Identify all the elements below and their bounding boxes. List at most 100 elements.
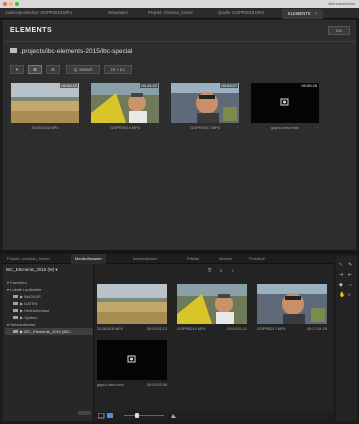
tab-source[interactable]: Quelle: GOPR0018.MP4 <box>218 10 264 19</box>
folder-icon <box>13 315 18 319</box>
folder-icon <box>13 308 18 312</box>
info-icon[interactable]: i <box>77 125 78 130</box>
list-view-button[interactable]: ☰ <box>28 65 42 74</box>
tree-item-system[interactable]: ▶ System <box>5 314 93 321</box>
tab-elements[interactable]: ELEMENTS × <box>282 9 324 19</box>
window-titlebar: /Benutzer/chris <box>0 0 359 8</box>
tree-item-backup[interactable]: ▶ BACKUP <box>5 293 93 300</box>
tree-item-label: ▶ System <box>20 315 38 320</box>
tab-effects[interactable]: Effekte <box>187 254 199 264</box>
horizontal-scrollbar[interactable] <box>78 411 91 415</box>
tab-metadata[interactable]: Metadaten <box>108 10 128 19</box>
clip-thumbnail[interactable]: 00:03:07 GOPR0017.MP4 i <box>171 83 239 138</box>
clip-name: GOPR0017.MP4 <box>257 327 286 331</box>
duration-label: 00:00:25 <box>300 83 318 88</box>
zoom-slider-handle[interactable] <box>135 413 139 418</box>
tree-item-favorites[interactable]: ▾ Favoriten <box>5 279 93 286</box>
media-browser-icons: ∇ ⌕ ♀ <box>208 268 242 274</box>
elements-panel: ELEMENTS Edit .projects/ibc-elements-201… <box>3 20 356 250</box>
media-browser-tabbar: Projekt: christian_heiner Media-Browser … <box>3 254 333 264</box>
clip-name: GOPR0014.MP4 <box>109 125 140 130</box>
grid-view-button[interactable]: ⊞ <box>46 65 60 74</box>
panel-tabbar: Audioclip-Mischer: GOPR0018.MP4 Metadate… <box>0 8 359 19</box>
track-select-icon[interactable]: ⇥ <box>339 272 343 278</box>
zoom-in-icon[interactable] <box>170 412 177 419</box>
edit-button[interactable]: Edit <box>328 26 350 35</box>
breadcrumb[interactable]: .projects/ibc-elements-2015/ibc-special <box>10 48 132 58</box>
clip-name: gopro-intro.mov <box>270 125 299 130</box>
cyclist-thumbnail <box>91 83 159 123</box>
razor-tool-icon[interactable]: ◆ <box>339 282 343 288</box>
duration-label: 00:41:22 <box>140 83 158 88</box>
tree-item-network-drives[interactable]: ▾ Netzlaufwerke <box>5 321 93 328</box>
media-thumbnail[interactable]: gopro-intro.mov 00:00:02:08 <box>97 340 167 400</box>
tree-item-label: ▶ DATEN <box>20 301 38 306</box>
clip-name: gopro-intro.mov <box>97 383 124 387</box>
tab-markers[interactable]: Marken <box>219 254 232 264</box>
hand-tool-icon[interactable]: ✋ <box>339 292 345 298</box>
folder-icon <box>13 301 18 305</box>
clip-thumbnail[interactable]: 00:41:22 GOPR0014.MP4 i <box>91 83 159 138</box>
cyclist-thumbnail <box>177 284 247 324</box>
selection-tool-icon[interactable]: ↖ <box>339 262 343 268</box>
tree-item-hintrisfechase[interactable]: ▶ Hintrisfechase <box>5 307 93 314</box>
search-button[interactable]: Q. Search <box>66 65 100 74</box>
media-thumbnail[interactable]: GOPR0014.MP4 00:04:21:11 <box>177 284 247 344</box>
folder-tree: ▾ Favoriten ▾ Lokale Laufwerke ▶ BACKUP … <box>5 279 93 335</box>
close-icon[interactable]: × <box>315 11 317 16</box>
user-icon[interactable]: ♀ <box>231 268 235 274</box>
duration-label: 00:00:15 <box>60 83 78 88</box>
tree-item-local-drives[interactable]: ▾ Lokale Laufwerke <box>5 286 93 293</box>
slip-tool-icon[interactable]: ⇔ <box>348 282 353 288</box>
path-text: .projects/ibc-elements-2015/ibc-special <box>20 48 133 55</box>
zoom-tool-icon[interactable]: ⌕ <box>348 292 351 298</box>
info-icon[interactable]: i <box>237 125 238 130</box>
tab-info[interactable]: Informationen <box>133 254 157 264</box>
tree-item-label: ▶ BACKUP <box>20 294 41 299</box>
duration-label: 00:03:07 <box>220 83 238 88</box>
field-thumbnail <box>97 284 167 324</box>
gopro-logo-thumbnail <box>251 83 319 123</box>
tab-audio-mixer[interactable]: Audioclip-Mischer: GOPR0018.MP4 <box>5 10 72 19</box>
minimize-window-button[interactable] <box>9 2 13 6</box>
folder-icon <box>13 329 18 333</box>
clip-name: 20150318.MP4 <box>31 125 59 130</box>
clip-name: 20150318.MP4 <box>97 327 123 331</box>
search-icon[interactable]: ⌕ <box>220 268 223 274</box>
duration-label: 00:17:51:29 <box>306 327 327 331</box>
media-thumbnail[interactable]: 20150318.MP4 00:03:32:13 <box>97 284 167 344</box>
pen-tool-icon[interactable]: ✎ <box>348 262 352 268</box>
zoom-window-button[interactable] <box>15 2 19 6</box>
zoom-slider[interactable] <box>124 413 164 418</box>
close-window-button[interactable] <box>3 2 7 6</box>
tab-media-browser[interactable]: Media-Browser <box>71 254 106 264</box>
folder-icon <box>10 48 17 53</box>
filter-button[interactable]: ▼ <box>10 65 24 74</box>
tree-item-ibc-elements[interactable]: ▶ IBC_Elements_2015 (IBC... <box>5 328 93 335</box>
divider <box>3 41 356 42</box>
gopro-logo-thumbnail <box>97 340 167 380</box>
clip-name: GOPR0014.MP4 <box>177 327 206 331</box>
view-mode-icon[interactable] <box>98 413 118 419</box>
folder-icon <box>13 294 18 298</box>
clip-thumbnail[interactable]: 00:00:15 20150318.MP4 i <box>11 83 79 138</box>
location-dropdown[interactable]: IBC_Elements_2015 (M) ▾ <box>6 267 58 273</box>
selfie-thumbnail <box>171 83 239 123</box>
tab-project[interactable]: Projekt: christian_heiner <box>7 254 50 264</box>
ripple-edit-icon[interactable]: ⇤ <box>348 272 352 278</box>
tree-item-daten[interactable]: ▶ DATEN <box>5 300 93 307</box>
media-thumbnail[interactable]: GOPR0017.MP4 00:17:51:29 <box>257 284 327 344</box>
info-icon[interactable]: i <box>157 125 158 130</box>
tools-panel: ↖ ✎ ⇥ ⇤ ◆ ⇔ ✋ ⌕ <box>336 256 357 421</box>
filter-icon[interactable]: ∇ <box>208 268 211 274</box>
window-title: /Benutzer/chris <box>328 1 355 6</box>
info-icon[interactable]: i <box>317 125 318 130</box>
quality-button[interactable]: Hi + Lo <box>104 65 132 74</box>
tab-project[interactable]: Projekt: christian_heiner <box>148 10 193 19</box>
tab-history[interactable]: Protokoll <box>249 254 265 264</box>
clip-thumbnail[interactable]: 00:00:25 gopro-intro.mov i <box>251 83 319 138</box>
folder-tree-pane: IBC_Elements_2015 (M) ▾ ▾ Favoriten ▾ Lo… <box>3 264 94 421</box>
tree-item-label: ▶ Hintrisfechase <box>20 308 50 313</box>
elements-logo: ELEMENTS <box>10 27 53 34</box>
media-browser-footer <box>94 411 333 421</box>
